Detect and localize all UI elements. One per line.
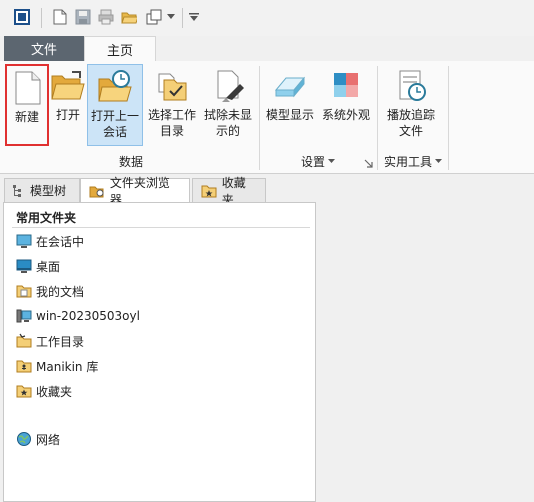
folder-item-label: 桌面 [36, 259, 61, 274]
model-display-label: 模型显示 [265, 108, 314, 122]
open-last-session-button[interactable]: 打开上一 会话 [87, 64, 143, 146]
tab-favorites[interactable]: 收藏夹 [192, 176, 266, 207]
group-label-settings: 设置 [300, 154, 325, 169]
open-folder-icon[interactable] [121, 8, 137, 26]
desktop-icon [16, 259, 32, 273]
folder-item-favorites[interactable]: 收藏夹 [16, 381, 72, 401]
computer-icon [16, 309, 32, 323]
favorites-folder-icon [16, 385, 32, 398]
system-appearance-label: 系统外观 [321, 108, 370, 122]
folder-item-computer[interactable]: win-20230503oyl [16, 306, 140, 326]
group-utilities-dropdown[interactable]: 实用工具 [378, 152, 448, 170]
system-appearance-button[interactable]: 系统外观 [319, 64, 373, 146]
group-label-data: 数据 [118, 154, 143, 169]
folder-item-desktop[interactable]: 桌面 [16, 256, 60, 276]
system-appearance-icon [328, 68, 364, 104]
select-dir-label-line1: 选择工作 [147, 108, 196, 122]
select-dir-label-line2: 目录 [159, 124, 184, 138]
dialog-launcher-icon[interactable] [364, 157, 373, 168]
working-directory-icon [16, 333, 32, 348]
chevron-down-icon [328, 158, 335, 163]
customize-toolbar-icon[interactable] [188, 8, 200, 26]
tab-model-tree-label: 模型树 [30, 184, 67, 198]
folder-item-label: win-20230503oyl [36, 309, 140, 323]
new-button[interactable]: 新建 [5, 64, 49, 146]
open-last-label-line1: 打开上一 [90, 109, 139, 123]
erase-label-line2: 示的 [215, 124, 240, 138]
chevron-down-icon[interactable] [166, 8, 176, 26]
window-icon[interactable] [14, 8, 30, 26]
folder-item-label: 在会话中 [36, 234, 85, 249]
folder-item-label: 我的文档 [36, 284, 85, 299]
open-button[interactable]: 打开 [50, 64, 86, 146]
tab-folder-browser[interactable]: 文件夹浏览器 [80, 176, 190, 207]
folder-item-my-documents[interactable]: 我的文档 [16, 281, 84, 301]
documents-folder-icon [16, 285, 32, 298]
print-icon[interactable] [98, 8, 114, 26]
monitor-icon [16, 234, 32, 248]
group-settings-dropdown[interactable]: 设置 [262, 152, 374, 170]
favorites-folder-icon [201, 185, 217, 197]
new-label: 新建 [14, 110, 39, 124]
open-last-label-line2: 会话 [102, 125, 127, 139]
folder-item-label: Manikin 库 [36, 359, 99, 374]
network-icon [17, 432, 31, 446]
folder-item-network[interactable]: 网络 [16, 429, 60, 449]
select-directory-icon [154, 68, 190, 104]
select-working-directory-button[interactable]: 选择工作 目录 [145, 64, 199, 146]
chevron-down-icon [435, 158, 442, 163]
folder-browser-icon [89, 186, 104, 198]
open-label: 打开 [55, 108, 80, 122]
new-document-icon [9, 70, 45, 106]
playback-label-line1: 播放追踪 [386, 108, 435, 122]
playback-trail-file-button[interactable]: 播放追踪 文件 [382, 64, 440, 146]
folder-open-icon [50, 68, 86, 104]
common-folders-heading: 常用文件夹 [16, 211, 77, 225]
model-display-button[interactable]: 模型显示 [262, 64, 318, 146]
group-label-utilities: 实用工具 [383, 154, 432, 169]
save-icon[interactable] [75, 8, 91, 26]
erase-label-line1: 拭除未显 [203, 108, 252, 122]
window-switch-icon[interactable] [146, 8, 162, 26]
playback-label-line2: 文件 [398, 124, 423, 138]
new-file-icon[interactable] [52, 8, 68, 26]
erase-icon [210, 68, 246, 104]
tab-home[interactable]: 主页 [84, 36, 156, 62]
tab-file[interactable]: 文件 [4, 36, 84, 61]
folder-item-label: 工作目录 [36, 334, 85, 349]
folder-item-label: 收藏夹 [36, 384, 73, 399]
divider [12, 227, 310, 228]
folder-item-in-session[interactable]: 在会话中 [16, 231, 84, 251]
model-tree-icon [13, 184, 21, 197]
folder-item-manikin-library[interactable]: Manikin 库 [16, 356, 98, 376]
folder-item-label: 网络 [36, 432, 61, 447]
model-display-icon [272, 68, 308, 104]
graphics-area [316, 174, 534, 502]
trail-file-icon [393, 68, 429, 104]
tab-model-tree[interactable]: 模型树 [4, 178, 80, 202]
manikin-folder-icon [16, 360, 32, 373]
erase-not-displayed-button[interactable]: 拭除未显 示的 [201, 64, 255, 146]
quick-access-toolbar [0, 0, 534, 36]
folder-clock-icon [97, 69, 133, 105]
folder-item-working-directory[interactable]: 工作目录 [16, 331, 84, 351]
